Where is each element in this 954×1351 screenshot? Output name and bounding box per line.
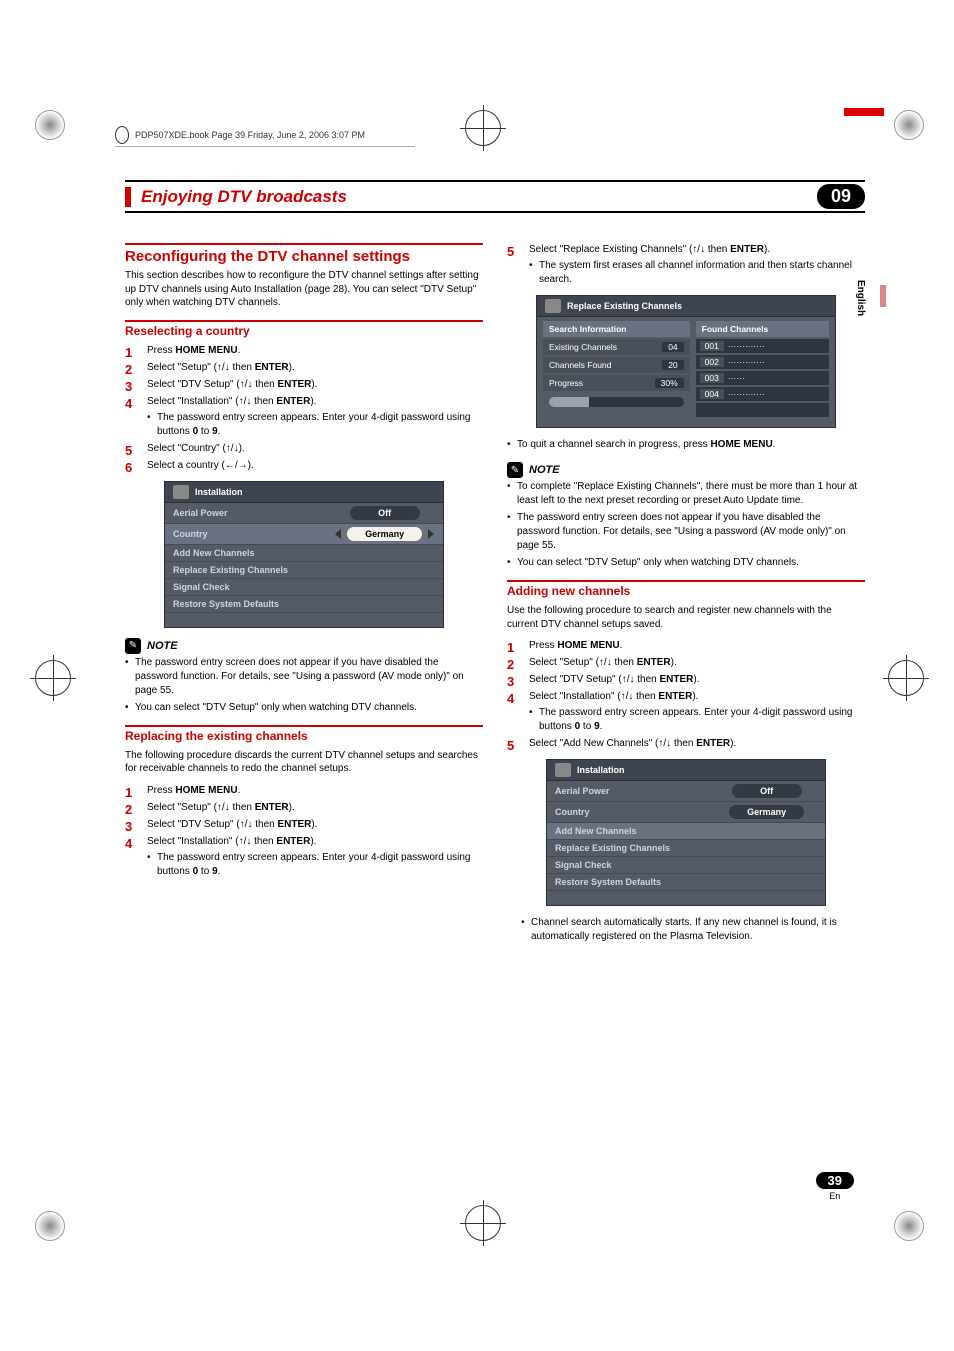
- book-header-icon: [115, 126, 129, 144]
- chapter-number-badge: 09: [817, 184, 865, 209]
- crop-mark-tl: [35, 110, 65, 140]
- step-item: Select "Installation" (↑/↓ then ENTER). …: [125, 395, 483, 439]
- osd-title-text: Installation: [577, 765, 625, 775]
- note-header: ✎ NOTE: [507, 462, 865, 478]
- note-item: The password entry screen does not appea…: [507, 511, 865, 553]
- osd-title-icon: [173, 485, 189, 499]
- osd-title-text: Replace Existing Channels: [567, 301, 682, 311]
- heading-replacing-channels: Replacing the existing channels: [125, 725, 483, 743]
- note-item: You can select "DTV Setup" only when wat…: [507, 556, 865, 570]
- osd-menu-table: Aerial PowerOffCountryGermanyAdd New Cha…: [165, 503, 443, 613]
- osd-channel-row: 003······: [696, 371, 829, 385]
- step-sub-note: The system first erases all channel info…: [529, 259, 865, 287]
- note-item: You can select "DTV Setup" only when wat…: [125, 701, 483, 715]
- osd-info-row: Progress30%: [543, 375, 690, 391]
- step-item: Select "Country" (↑/↓).: [125, 442, 483, 456]
- right-column: Select "Replace Existing Channels" (↑/↓ …: [507, 243, 865, 946]
- heading-reconfiguring: Reconfiguring the DTV channel settings: [125, 243, 483, 265]
- notes-list-1: The password entry screen does not appea…: [125, 656, 483, 715]
- page-number-badge: 39 En: [816, 1172, 854, 1201]
- add-intro: Use the following procedure to search an…: [507, 604, 865, 631]
- osd-channel-row: 002·············: [696, 355, 829, 369]
- note-label: NOTE: [147, 640, 178, 652]
- osd-installation: Installation Aerial PowerOffCountryGerma…: [164, 481, 444, 628]
- add-result-note: Channel search automatically starts. If …: [521, 916, 865, 944]
- step-item: Select a country (←/→).: [125, 459, 483, 473]
- osd-progress-row: [543, 391, 690, 413]
- book-header-text: PDP507XDE.book Page 39 Friday, June 2, 2…: [135, 130, 365, 140]
- osd-installation-2: Installation Aerial PowerOffCountryGerma…: [546, 759, 826, 906]
- step-item: Press HOME MENU.: [125, 344, 483, 358]
- steps-reselect: Press HOME MENU. Select "Setup" (↑/↓ the…: [125, 344, 483, 473]
- steps-replace: Press HOME MENU. Select "Setup" (↑/↓ the…: [125, 784, 483, 879]
- heading-reselecting-country: Reselecting a country: [125, 320, 483, 338]
- red-marker-top: [844, 108, 884, 116]
- crop-target-top: [465, 110, 501, 146]
- osd-progress-fill: [549, 397, 589, 407]
- note-icon: ✎: [507, 462, 523, 478]
- osd-channel-row: 001·············: [696, 339, 829, 353]
- step-sub-note: The password entry screen appears. Enter…: [147, 411, 483, 439]
- osd-title-text: Installation: [195, 487, 243, 497]
- step-item: Select "Setup" (↑/↓ then ENTER).: [507, 656, 865, 670]
- osd-title-icon: [555, 763, 571, 777]
- step-item: Press HOME MENU.: [507, 639, 865, 653]
- osd-title-icon: [545, 299, 561, 313]
- note-icon: ✎: [125, 638, 141, 654]
- chapter-title: Enjoying DTV broadcasts: [125, 187, 347, 207]
- osd-found-channels-header: Found Channels: [696, 321, 829, 337]
- osd-info-row: Existing Channels04: [543, 339, 690, 355]
- crop-mark-tr: [894, 110, 924, 140]
- step-sub-note: The password entry screen appears. Enter…: [147, 851, 483, 879]
- note-item: To complete "Replace Existing Channels",…: [507, 480, 865, 508]
- replace-intro: The following procedure discards the cur…: [125, 749, 483, 776]
- crop-mark-br: [894, 1211, 924, 1241]
- osd-channel-row: 004·············: [696, 387, 829, 401]
- crop-target-left: [35, 660, 71, 696]
- chapter-bar: Enjoying DTV broadcasts 09: [125, 180, 865, 213]
- step-item: Select "Setup" (↑/↓ then ENTER).: [125, 801, 483, 815]
- left-column: Reconfiguring the DTV channel settings T…: [125, 243, 483, 946]
- page-language-code: En: [816, 1191, 854, 1201]
- osd-channel-row-empty: [696, 403, 829, 417]
- step-item: Select "Add New Channels" (↑/↓ then ENTE…: [507, 737, 865, 751]
- note-item: Channel search automatically starts. If …: [521, 916, 865, 944]
- step-item: Select "Installation" (↑/↓ then ENTER). …: [507, 690, 865, 734]
- crop-target-right: [888, 660, 924, 696]
- quit-note-list: To quit a channel search in progress, pr…: [507, 438, 865, 452]
- osd-title-bar: Replace Existing Channels: [537, 296, 835, 317]
- note-item: To quit a channel search in progress, pr…: [507, 438, 865, 452]
- crop-mark-bl: [35, 1211, 65, 1241]
- step-item: Press HOME MENU.: [125, 784, 483, 798]
- notes-list-2: To complete "Replace Existing Channels",…: [507, 480, 865, 570]
- steps-replace-cont: Select "Replace Existing Channels" (↑/↓ …: [507, 243, 865, 287]
- osd-found-channels-column: Found Channels 001············· 002·····…: [696, 321, 829, 417]
- step-item: Select "DTV Setup" (↑/↓ then ENTER).: [507, 673, 865, 687]
- osd-title-bar: Installation: [547, 760, 825, 781]
- osd-search-info-header: Search Information: [543, 321, 690, 337]
- step-item: Select "Setup" (↑/↓ then ENTER).: [125, 361, 483, 375]
- step-sub-note: The password entry screen appears. Enter…: [529, 706, 865, 734]
- note-item: The password entry screen does not appea…: [125, 656, 483, 698]
- heading-adding-new-channels: Adding new channels: [507, 580, 865, 598]
- intro-paragraph: This section describes how to reconfigur…: [125, 269, 483, 310]
- note-header: ✎ NOTE: [125, 638, 483, 654]
- osd-menu-table: Aerial PowerOffCountryGermanyAdd New Cha…: [547, 781, 825, 891]
- osd-replace-existing: Replace Existing Channels Search Informa…: [536, 295, 836, 428]
- note-label: NOTE: [529, 464, 560, 476]
- osd-title-bar: Installation: [165, 482, 443, 503]
- book-header: PDP507XDE.book Page 39 Friday, June 2, 2…: [115, 124, 415, 147]
- step-item: Select "Installation" (↑/↓ then ENTER). …: [125, 835, 483, 879]
- page-content: Enjoying DTV broadcasts 09 Reconfiguring…: [125, 180, 865, 946]
- osd-search-info-column: Search Information Existing Channels04 C…: [543, 321, 690, 417]
- step-item: Select "Replace Existing Channels" (↑/↓ …: [507, 243, 865, 287]
- osd-info-row: Channels Found20: [543, 357, 690, 373]
- page-number: 39: [816, 1172, 854, 1189]
- steps-add: Press HOME MENU. Select "Setup" (↑/↓ the…: [507, 639, 865, 751]
- step-item: Select "DTV Setup" (↑/↓ then ENTER).: [125, 818, 483, 832]
- step-item: Select "DTV Setup" (↑/↓ then ENTER).: [125, 378, 483, 392]
- crop-target-bottom: [465, 1205, 501, 1241]
- red-marker-side: [880, 285, 886, 307]
